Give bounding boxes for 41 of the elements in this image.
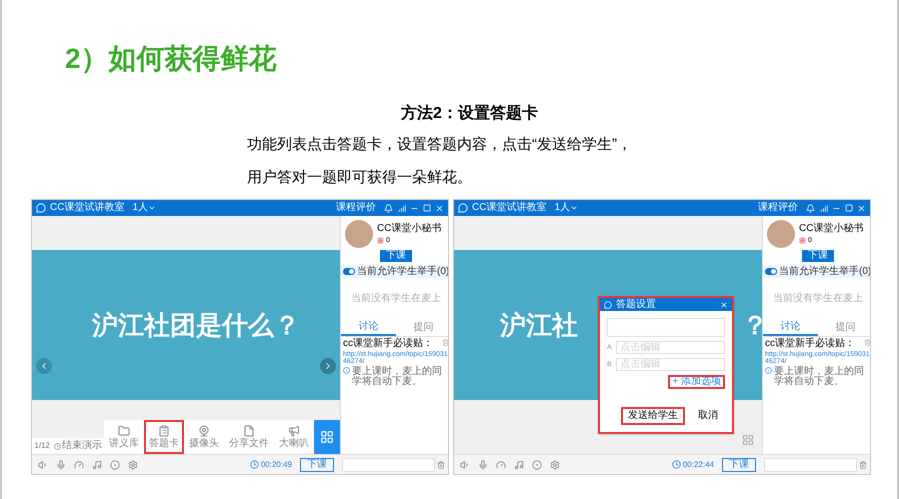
dialog-title: 答题设置: [616, 300, 657, 310]
end-class-button[interactable]: 下课: [802, 250, 834, 262]
description-text: 用户答对一题即可获得一朵鲜花。: [247, 168, 473, 188]
info-text: 要上课时，麦上的同学将自动下麦。: [774, 367, 865, 387]
panel-tab[interactable]: 讨论: [341, 320, 396, 336]
end-presentation-button[interactable]: 结束演示: [54, 441, 102, 451]
empty-mic-text: 当前没有学生在麦上: [773, 294, 864, 304]
window-title: CC课堂试讲教室: [50, 203, 124, 213]
method-title: 方法2：设置答题卡: [401, 103, 538, 124]
class-timer: 00:20:49: [260, 460, 292, 468]
panel-tab[interactable]: 提问: [396, 320, 448, 336]
notice-title: cc课堂新手必读贴：: [343, 339, 433, 349]
slide-text: 沪江社: [500, 312, 578, 338]
tool-button[interactable]: 分享文件: [224, 420, 274, 454]
tool-button[interactable]: 摄像头: [184, 420, 224, 454]
tool-button[interactable]: 答题卡: [144, 420, 184, 454]
description-text: 功能列表点击答题卡，设置答题内容，点击“发送给学生”，: [247, 135, 633, 155]
info-text: 要上课时，麦上的同学将自动下麦。: [352, 367, 443, 387]
class-timer: 00:22:44: [682, 460, 714, 468]
tool-button[interactable]: 大喇叭: [274, 420, 314, 454]
notice-title: cc课堂新手必读贴：: [765, 339, 855, 349]
empty-mic-text: 当前没有学生在麦上: [351, 294, 442, 304]
page-number: 1/12: [34, 442, 50, 450]
tool-button[interactable]: 讲义库: [104, 420, 144, 454]
people-dropdown[interactable]: 1人: [132, 203, 156, 213]
add-option-button[interactable]: + 添加选项: [668, 375, 725, 389]
end-class-button[interactable]: 下课: [300, 458, 334, 472]
slide-heading: 2）如何获得鲜花: [65, 42, 277, 76]
rating-link[interactable]: 课程评价: [758, 203, 798, 213]
rating-link[interactable]: 课程评价: [336, 203, 376, 213]
window-title: CC课堂试讲教室: [472, 203, 546, 213]
end-class-button[interactable]: 下课: [380, 250, 412, 262]
send-to-students-button[interactable]: 发送给学生: [621, 407, 685, 425]
slide-text: 沪江社团是什么？: [92, 312, 300, 338]
teacher-name: CC课堂小秘书: [799, 224, 864, 234]
cancel-button[interactable]: 取消: [691, 407, 725, 425]
panel-tab[interactable]: 提问: [818, 320, 870, 336]
teacher-name: CC课堂小秘书: [377, 224, 442, 234]
panel-tab[interactable]: 讨论: [763, 320, 818, 336]
end-class-button[interactable]: 下课: [722, 458, 756, 472]
people-dropdown[interactable]: 1人: [554, 203, 578, 213]
